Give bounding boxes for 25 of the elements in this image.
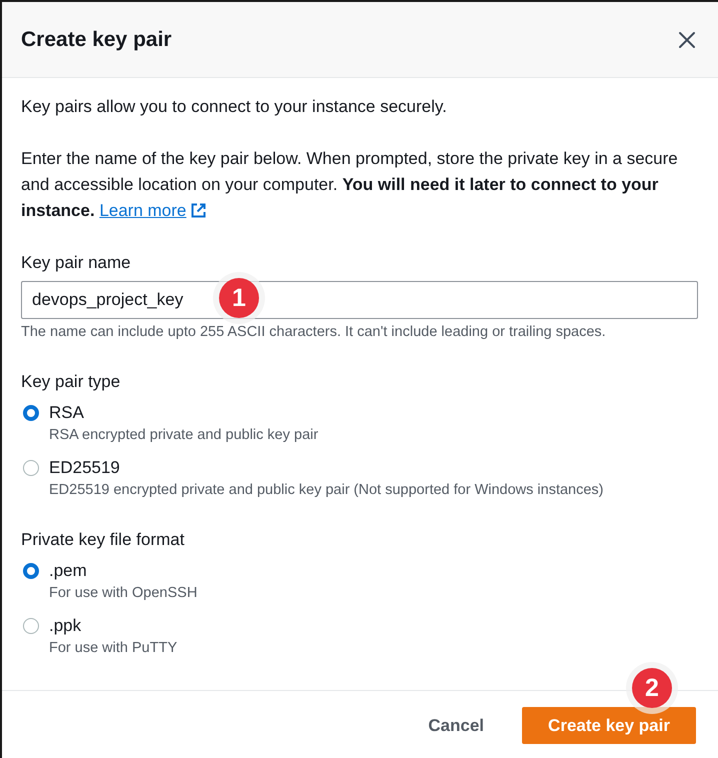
instructions-text: Enter the name of the key pair below. When prompted, store the private key in a secure and accessible location on your computer. You will need it later to connect to your instance. Learn more — [21, 148, 679, 222]
option-label: .ppk — [49, 616, 82, 636]
step-marker: 2 — [632, 668, 672, 708]
field-hint: The name can include upto 255 ASCII characters. It can't include leading or trailing spaces. — [21, 323, 607, 341]
close-icon — [678, 30, 696, 48]
option-label: .pem — [49, 561, 88, 581]
radio-button[interactable] — [23, 618, 39, 634]
field-label: Key pair name — [21, 253, 132, 273]
cancel-button[interactable]: Cancel — [424, 707, 488, 744]
radio-button[interactable] — [23, 460, 39, 476]
learn-more-link[interactable]: Learn more — [99, 201, 186, 220]
option-description: RSA encrypted private and public key pair — [49, 426, 318, 444]
option-label: RSA — [49, 403, 85, 423]
option-description: For use with PuTTY — [49, 639, 178, 657]
group-label: Key pair type — [21, 372, 122, 392]
option-description: ED25519 encrypted private and public key pair (Not supported for Windows instances) — [49, 481, 604, 499]
dialog-title: Create key pair — [21, 28, 172, 52]
external-link-icon — [191, 203, 206, 218]
radio-button[interactable] — [23, 405, 39, 421]
intro-text: Key pairs allow you to connect to your instance securely. — [21, 96, 448, 118]
group-label: Private key file format — [21, 530, 186, 550]
step-marker: 1 — [219, 278, 259, 318]
radio-button[interactable] — [23, 563, 39, 579]
option-description: For use with OpenSSH — [49, 584, 198, 602]
option-label: ED25519 — [49, 458, 121, 478]
